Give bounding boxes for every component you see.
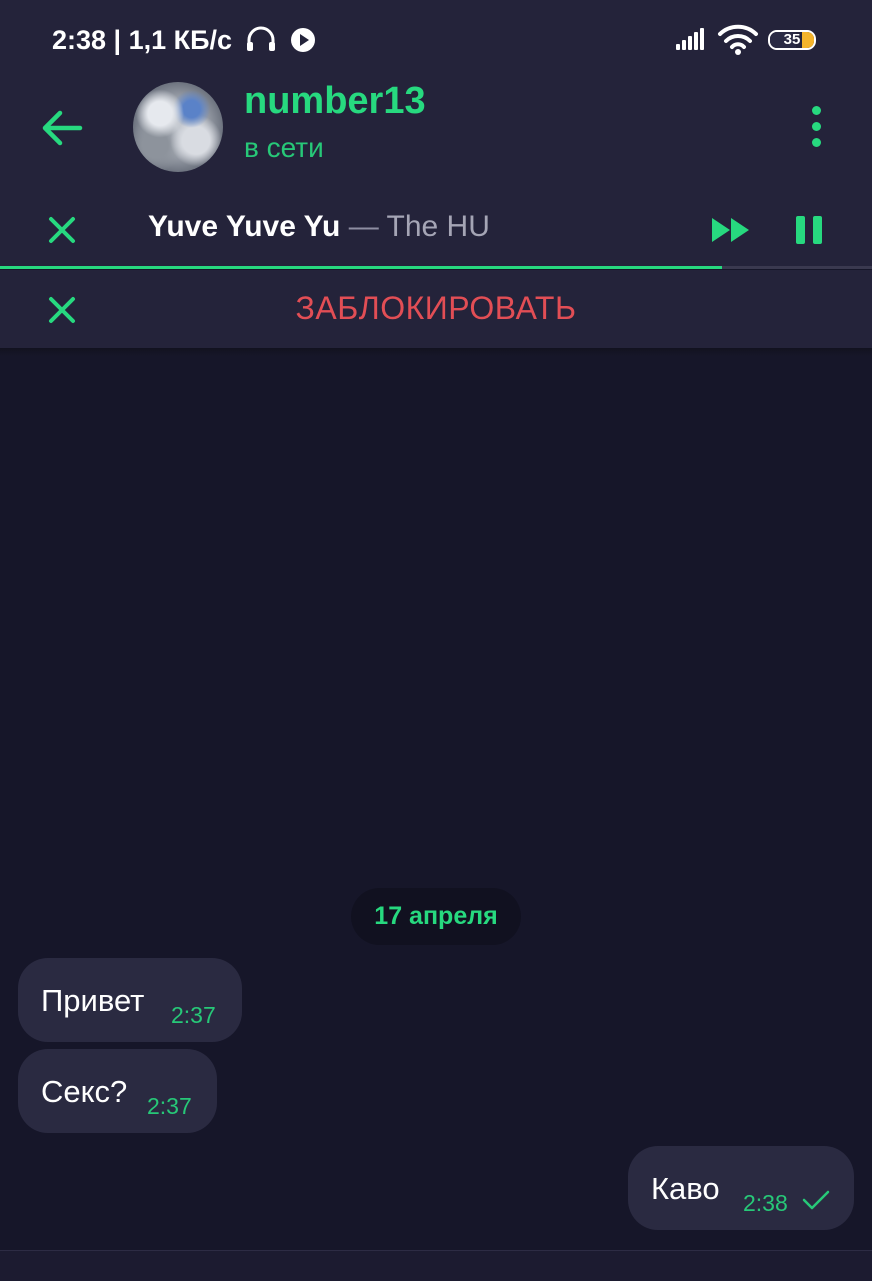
playback-progress-bar[interactable] — [0, 266, 872, 269]
message-text: Каво — [651, 1171, 720, 1206]
back-arrow-icon[interactable] — [36, 102, 88, 154]
track-title: Yuve Yuve Yu — [148, 210, 341, 243]
message-input-bar[interactable] — [0, 1250, 872, 1281]
pause-icon[interactable] — [794, 214, 824, 248]
block-bar: ЗАБЛОКИРОВАТЬ — [0, 270, 872, 348]
message-text: Привет — [41, 983, 145, 1018]
message-time: 2:37 — [147, 1093, 192, 1119]
more-options-icon[interactable] — [804, 104, 830, 150]
fast-forward-icon[interactable] — [710, 214, 752, 246]
playback-progress-fill — [0, 266, 723, 269]
date-separator: 17 апреля — [351, 888, 521, 945]
play-circle-icon — [291, 28, 316, 52]
status-bar: 2:38 | 1,1 КБ/с 35 — [0, 0, 872, 80]
message-bubble-outgoing[interactable]: Каво 2:38 — [628, 1146, 854, 1230]
block-user-button[interactable]: ЗАБЛОКИРОВАТЬ — [0, 290, 872, 327]
now-playing-track[interactable]: Yuve Yuve Yu — The HU — [148, 210, 490, 244]
message-text: Секс? — [41, 1074, 128, 1109]
battery-icon: 35 — [768, 30, 816, 50]
signal-icon — [676, 28, 706, 50]
message-bubble-incoming[interactable]: Привет 2:37 — [18, 958, 242, 1042]
contact-name[interactable]: number13 — [244, 80, 426, 123]
track-artist: The HU — [386, 210, 490, 243]
wifi-icon — [718, 24, 758, 55]
status-time-text: 2:38 | 1,1 КБ/с — [52, 25, 233, 55]
close-player-icon[interactable] — [44, 212, 80, 248]
header-shadow — [0, 348, 872, 356]
track-separator: — — [340, 210, 387, 243]
contact-status: в сети — [244, 132, 324, 163]
avatar[interactable] — [133, 82, 223, 172]
message-time: 2:38 — [743, 1190, 788, 1216]
headset-icon — [246, 26, 275, 51]
message-bubble-incoming[interactable]: Секс? 2:37 — [18, 1049, 217, 1133]
sent-check-icon — [802, 1190, 830, 1210]
battery-level: 35 — [783, 31, 801, 48]
message-time: 2:37 — [171, 1002, 216, 1028]
top-bar: 2:38 | 1,1 КБ/с 35 number13 в сети Yuve … — [0, 0, 872, 269]
status-time-speed: 2:38 | 1,1 КБ/с — [52, 24, 317, 56]
